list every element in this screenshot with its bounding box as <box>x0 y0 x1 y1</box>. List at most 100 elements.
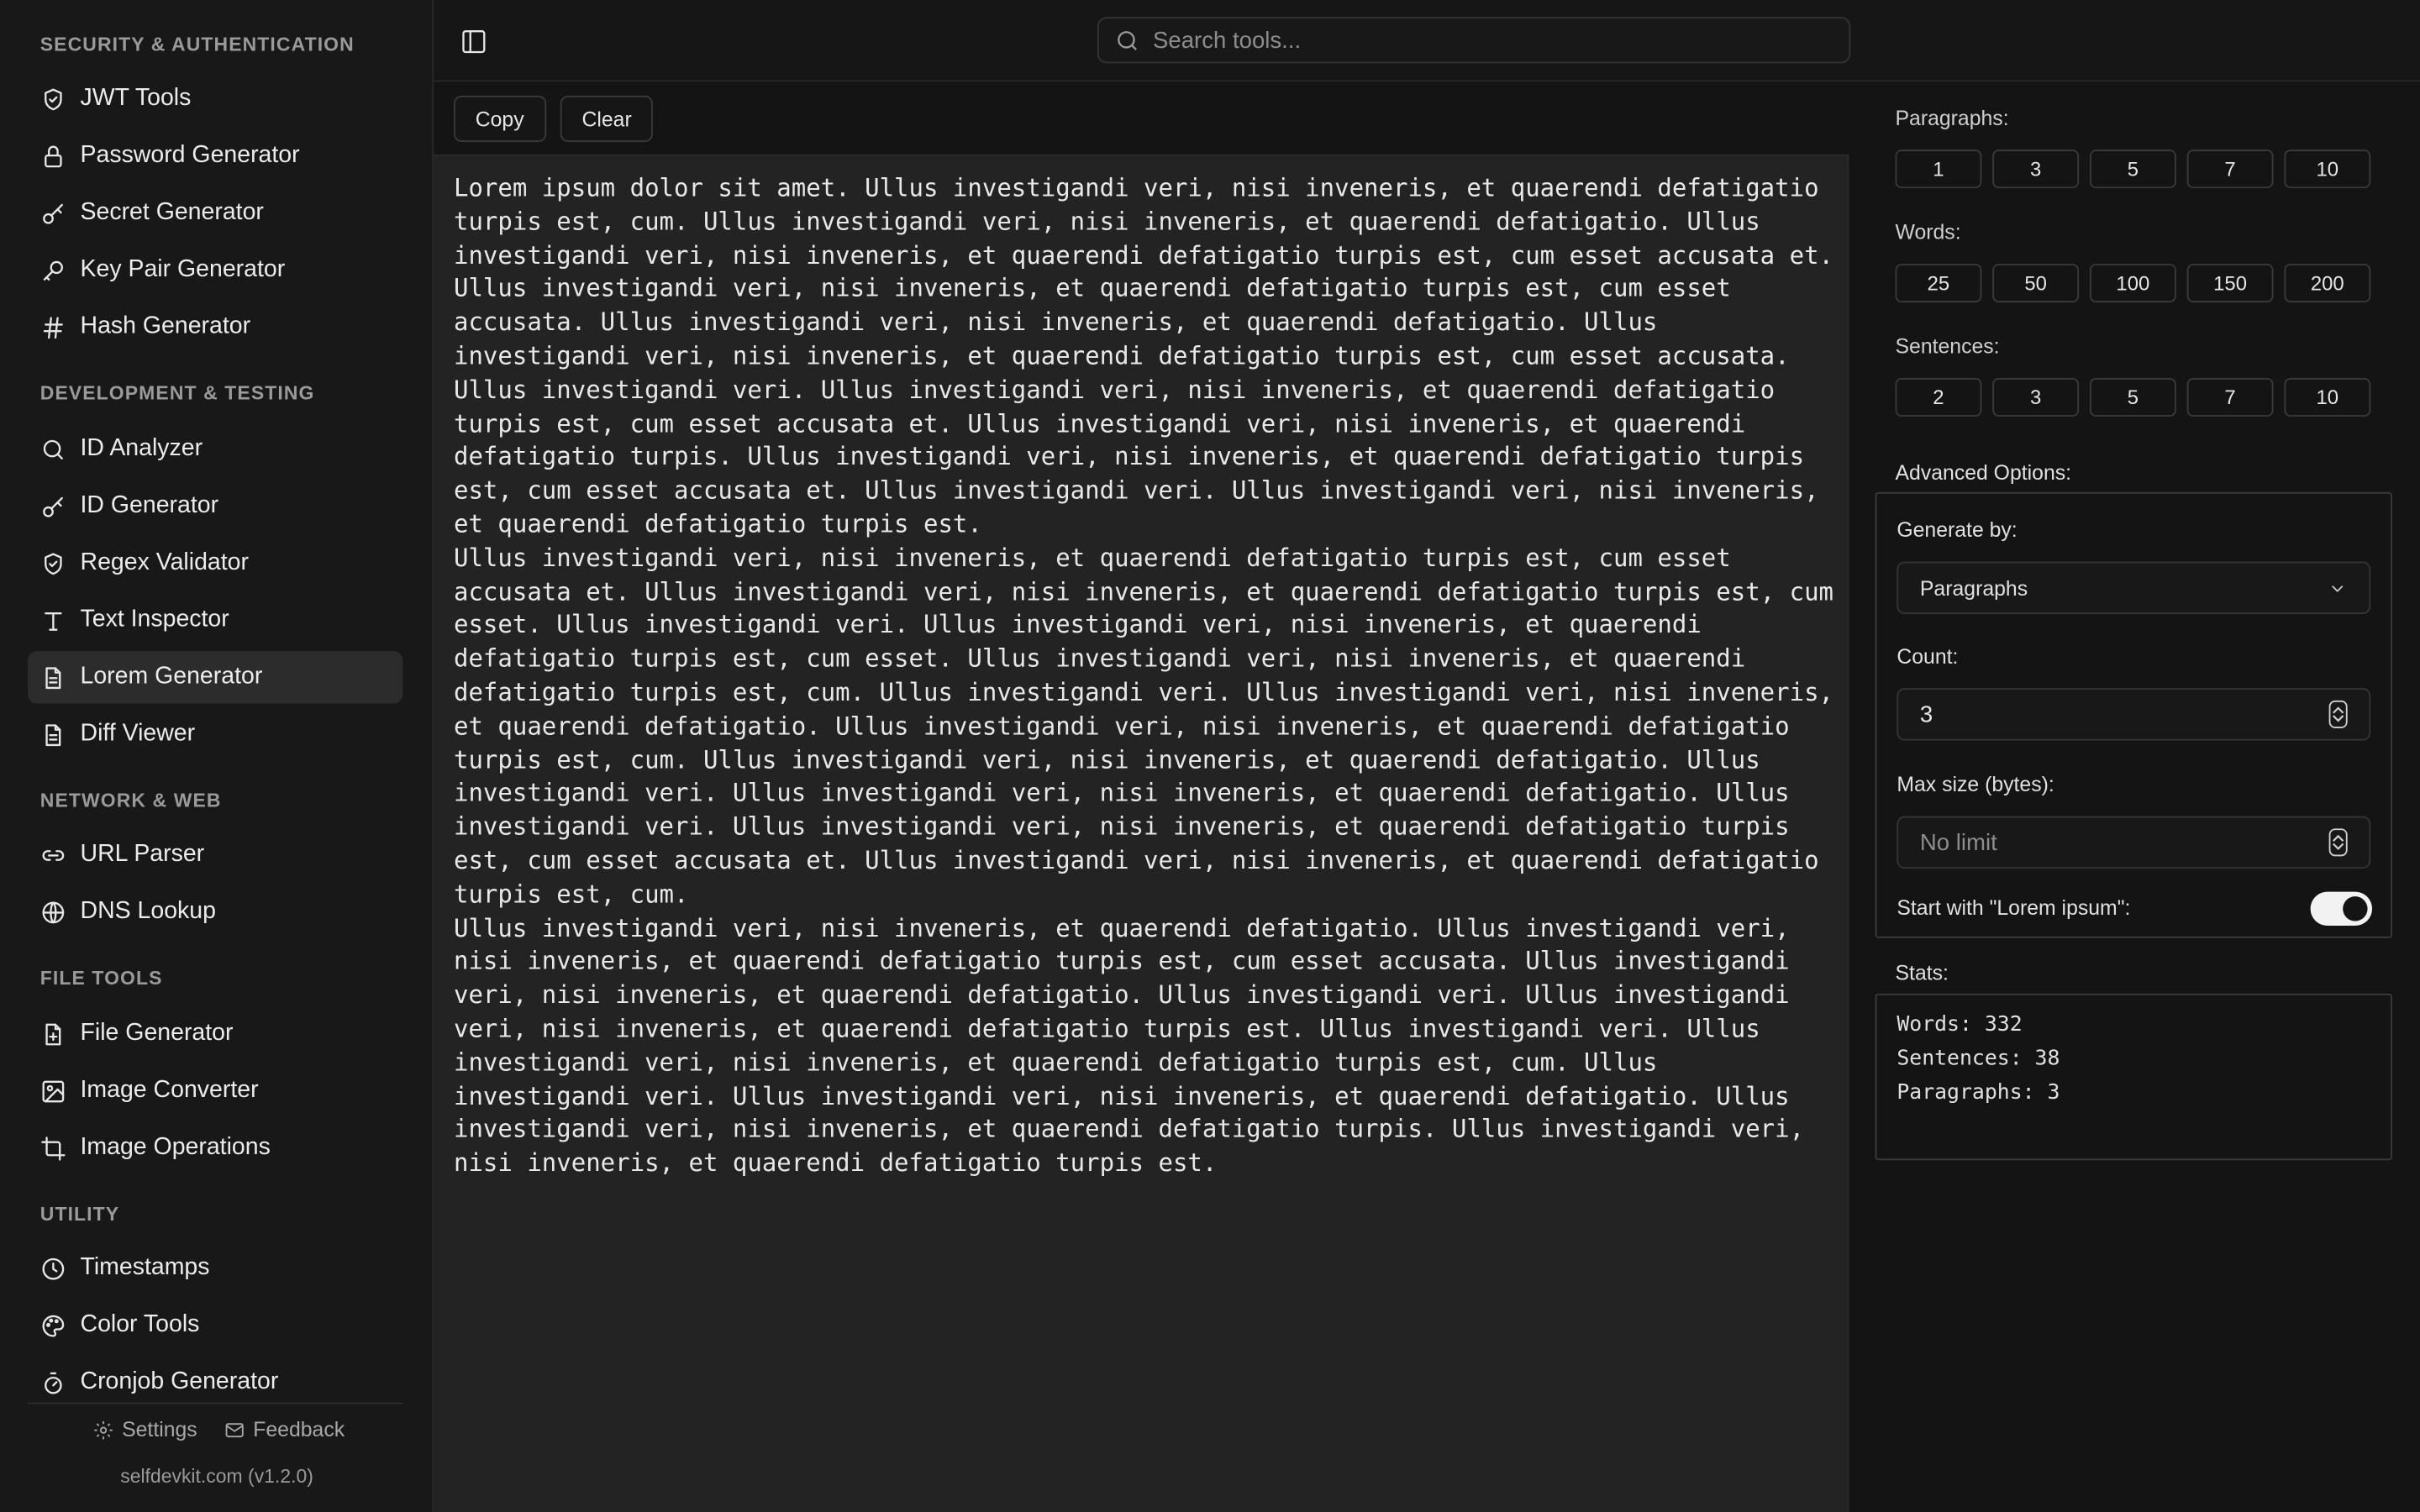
search-input[interactable] <box>1153 27 1849 54</box>
sentences-preset[interactable]: 10 <box>2284 378 2371 417</box>
options-panel: Paragraphs: 1 3 5 7 10 Words: 25 50 100 … <box>1849 81 2420 1512</box>
sentences-preset[interactable]: 5 <box>2089 378 2176 417</box>
sidebar-item-hash-generator[interactable]: Hash Generator <box>28 301 402 353</box>
sentences-label: Sentences: <box>1895 334 2000 359</box>
sidebar-item-label: ID Analyzer <box>80 434 203 462</box>
paragraphs-preset[interactable]: 1 <box>1895 150 1982 189</box>
output-paragraph: Lorem ipsum dolor sit amet. Ullus invest… <box>454 172 1834 538</box>
sidebar-item-label: ID Generator <box>80 491 219 519</box>
shield-check-icon <box>40 550 66 576</box>
type-icon <box>40 607 66 633</box>
sentences-preset[interactable]: 2 <box>1895 378 1982 417</box>
sidebar-item-jwt-tools[interactable]: JWT Tools <box>28 72 402 124</box>
stats-label: Stats: <box>1895 961 1949 984</box>
palette-icon <box>40 1312 66 1338</box>
search-box[interactable] <box>1097 17 1851 64</box>
sidebar-section-title: SECURITY & AUTHENTICATION <box>39 34 355 56</box>
sidebar-item-image-operations[interactable]: Image Operations <box>28 1121 402 1173</box>
sidebar-item-label: Password Generator <box>80 141 300 169</box>
feedback-link[interactable]: Feedback <box>224 1418 345 1441</box>
sidebar-item-label: Diff Viewer <box>80 720 196 747</box>
globe-icon <box>40 899 66 925</box>
stats-box: Words: 332 Sentences: 38 Paragraphs: 3 <box>1875 993 2392 1161</box>
output-paragraph: Ullus investigandi veri, nisi inveneris,… <box>454 543 1834 909</box>
start-with-lorem-label: Start with "Lorem ipsum": <box>1897 896 2131 920</box>
sidebar-item-image-converter[interactable]: Image Converter <box>28 1064 402 1116</box>
shield-check-icon <box>40 86 66 112</box>
max-size-stepper-icon[interactable] <box>2328 828 2348 857</box>
image-icon <box>40 1078 66 1104</box>
sidebar-item-url-parser[interactable]: URL Parser <box>28 828 402 880</box>
feedback-label: Feedback <box>253 1417 345 1441</box>
sidebar-item-label: Hash Generator <box>80 312 251 340</box>
sidebar-item-label: Timestamps <box>80 1254 210 1281</box>
sidebar-item-cronjob-generator[interactable]: Cronjob Generator <box>28 1356 402 1408</box>
advanced-options-box: Generate by: Paragraphs Count: Max size … <box>1875 491 2392 938</box>
top-bar <box>434 0 2420 82</box>
paragraphs-preset[interactable]: 10 <box>2284 150 2371 189</box>
crop-icon <box>40 1135 66 1161</box>
count-field[interactable] <box>1897 688 2371 741</box>
timer-icon <box>40 1369 66 1395</box>
sidebar-item-lorem-generator[interactable]: Lorem Generator <box>28 651 403 704</box>
count-input[interactable] <box>1919 701 2329 728</box>
sidebar-item-color-tools[interactable]: Color Tools <box>28 1299 402 1352</box>
sidebar-item-diff-viewer[interactable]: Diff Viewer <box>28 708 402 760</box>
sidebar-toggle-button[interactable] <box>455 24 492 60</box>
settings-link[interactable]: Settings <box>92 1418 197 1441</box>
paragraphs-label: Paragraphs: <box>1895 106 2009 130</box>
count-stepper-icon[interactable] <box>2328 700 2348 728</box>
sidebar-divider <box>28 1402 403 1404</box>
sidebar-section-title: DEVELOPMENT & TESTING <box>39 382 315 405</box>
start-with-lorem-toggle[interactable] <box>2310 891 2373 927</box>
sidebar-item-timestamps[interactable]: Timestamps <box>28 1242 402 1294</box>
key-round-icon <box>40 493 66 519</box>
copy-button[interactable]: Copy <box>454 95 546 142</box>
paragraphs-preset[interactable]: 7 <box>2186 150 2274 189</box>
sidebar-item-label: URL Parser <box>80 841 205 868</box>
sidebar-item-secret-generator[interactable]: Secret Generator <box>28 186 402 239</box>
sidebar-item-id-analyzer[interactable]: ID Analyzer <box>28 423 402 475</box>
max-size-input[interactable] <box>1919 829 2329 856</box>
sidebar-item-label: File Generator <box>80 1020 234 1047</box>
version-text: selfdevkit.com (v1.2.0) <box>120 1465 313 1488</box>
sidebar-item-key-pair-generator[interactable]: Key Pair Generator <box>28 244 402 296</box>
stats-sentences: Sentences: 38 <box>1897 1046 2060 1071</box>
clear-button[interactable]: Clear <box>560 95 654 142</box>
paragraphs-preset[interactable]: 3 <box>1992 150 2080 189</box>
main-panel: Copy Clear Lorem ipsum dolor sit amet. U… <box>434 81 1849 1512</box>
words-preset[interactable]: 100 <box>2089 264 2176 303</box>
file-text-icon <box>40 664 66 690</box>
words-preset[interactable]: 150 <box>2186 264 2274 303</box>
words-preset[interactable]: 50 <box>1992 264 2080 303</box>
sidebar-item-dns-lookup[interactable]: DNS Lookup <box>28 885 402 937</box>
settings-label: Settings <box>122 1417 197 1441</box>
sidebar: SECURITY & AUTHENTICATION JWT Tools Pass… <box>0 0 434 1512</box>
search-icon <box>1118 30 1137 50</box>
paragraphs-preset[interactable]: 5 <box>2089 150 2176 189</box>
sidebar-section-title: NETWORK & WEB <box>39 790 222 812</box>
words-preset[interactable]: 200 <box>2284 264 2371 303</box>
generate-by-select[interactable]: Paragraphs <box>1897 561 2371 615</box>
count-label: Count: <box>1897 644 1959 669</box>
sentences-preset[interactable]: 3 <box>1992 378 2080 417</box>
advanced-options-label: Advanced Options: <box>1895 461 2072 485</box>
sidebar-item-label: Lorem Generator <box>80 663 263 690</box>
generate-by-value: Paragraphs <box>1919 576 2028 600</box>
gear-icon <box>94 1420 113 1439</box>
sidebar-section-title: UTILITY <box>39 1203 120 1226</box>
sidebar-item-label: Key Pair Generator <box>80 255 286 283</box>
sidebar-item-text-inspector[interactable]: Text Inspector <box>28 594 402 646</box>
words-preset[interactable]: 25 <box>1895 264 1982 303</box>
sidebar-item-label: JWT Tools <box>80 85 192 112</box>
sentences-preset[interactable]: 7 <box>2186 378 2274 417</box>
max-size-field[interactable] <box>1897 816 2371 869</box>
sidebar-item-label: Cronjob Generator <box>80 1368 279 1395</box>
sidebar-item-regex-validator[interactable]: Regex Validator <box>28 537 402 589</box>
lock-icon <box>40 143 66 169</box>
sidebar-item-id-generator[interactable]: ID Generator <box>28 480 402 532</box>
chevron-down-icon <box>2332 585 2344 592</box>
sidebar-item-password-generator[interactable]: Password Generator <box>28 129 402 181</box>
lorem-output[interactable]: Lorem ipsum dolor sit amet. Ullus invest… <box>454 171 1835 1180</box>
sidebar-item-file-generator[interactable]: File Generator <box>28 1007 402 1059</box>
